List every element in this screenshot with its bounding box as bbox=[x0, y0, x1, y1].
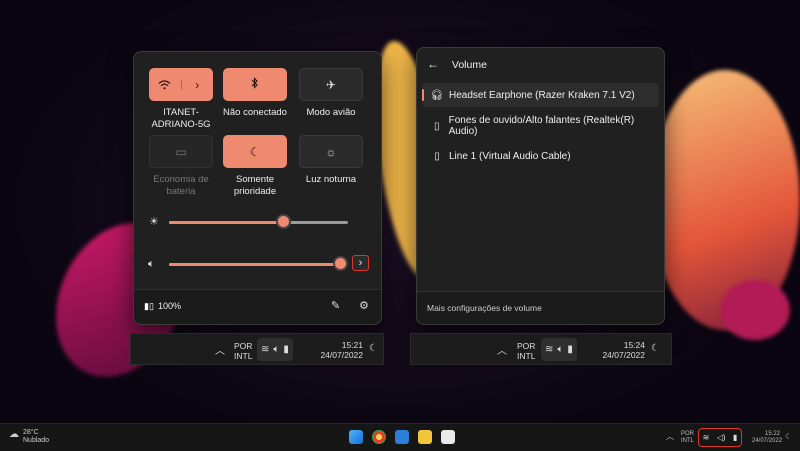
clock[interactable]: 15:24 24/07/2022 bbox=[599, 340, 645, 360]
volume-icon: 🔈︎ bbox=[273, 344, 280, 355]
bluetooth-icon bbox=[251, 77, 259, 92]
chevron-right-icon: › bbox=[358, 257, 363, 269]
volume-output-panel: ← Volume 🎧︎ Headset Earphone (Razer Krak… bbox=[416, 47, 665, 325]
night-light-tile[interactable]: ☼ bbox=[299, 135, 363, 168]
lang-line1: POR bbox=[517, 341, 536, 351]
speaker-volume-icon[interactable]: 🔈︎ bbox=[148, 258, 155, 271]
brightness-slider-thumb[interactable] bbox=[277, 216, 289, 227]
wifi-tile[interactable]: › bbox=[149, 68, 213, 101]
input-language-indicator[interactable]: POR INTL bbox=[681, 431, 694, 445]
taskbar-tray-snapshot-1: ︿ POR INTL ≋ 🔈︎ ▮ 15:21 24/07/2022 ☾ bbox=[130, 333, 384, 365]
output-device-name: Line 1 (Virtual Audio Cable) bbox=[449, 150, 571, 162]
focus-moon-icon[interactable]: ☾ bbox=[651, 343, 660, 354]
clock-time: 15:22 bbox=[764, 431, 780, 437]
volume-icon: 🔈︎ bbox=[557, 344, 564, 355]
volume-icon: ◁) bbox=[716, 433, 726, 442]
volume-slider[interactable] bbox=[169, 258, 346, 269]
battery-icon: ▮ bbox=[567, 344, 573, 355]
headset-icon: 🎧︎ bbox=[430, 89, 444, 101]
network-volume-battery-tray[interactable]: ≋ 🔈︎ ▮ bbox=[257, 338, 293, 361]
volume-panel-header: ← Volume bbox=[427, 57, 487, 71]
airplane-tile-label: Modo avião bbox=[306, 107, 356, 118]
speaker-icon: ▯ bbox=[434, 150, 440, 162]
volume-panel-title: Volume bbox=[451, 59, 487, 71]
battery-icon: ▮ bbox=[732, 433, 738, 442]
chrome-icon[interactable] bbox=[372, 430, 386, 444]
mail-icon[interactable] bbox=[395, 430, 409, 444]
clock-date: 24/07/2022 bbox=[602, 350, 645, 360]
file-explorer-icon[interactable] bbox=[418, 430, 432, 444]
start-button[interactable] bbox=[349, 430, 363, 444]
network-volume-battery-tray[interactable]: ≋ ◁) ▮ bbox=[698, 428, 742, 447]
weather-desc: Nublado bbox=[23, 437, 50, 444]
selected-indicator bbox=[422, 89, 424, 101]
night-light-tile-label: Luz noturna bbox=[305, 174, 357, 185]
clock-date: 24/07/2022 bbox=[752, 438, 783, 444]
night-light-icon: ☼ bbox=[325, 144, 337, 159]
lang-line1: POR bbox=[681, 431, 695, 437]
wifi-icon[interactable] bbox=[149, 79, 182, 90]
battery-percentage: 100% bbox=[158, 301, 182, 311]
brightness-slider[interactable] bbox=[169, 216, 348, 227]
output-device-name: Fones de ouvido/Alto falantes (Realtek(R… bbox=[448, 115, 635, 137]
desktop-wallpaper bbox=[0, 0, 800, 450]
taskbar: ☁ 28°C Nublado ︿ POR INTL ≋ ◁) ▮ 15:22 2… bbox=[0, 423, 800, 451]
brightness-icon: ☀ bbox=[149, 216, 159, 228]
clock[interactable]: 15:22 24/07/2022 bbox=[752, 431, 783, 445]
edit-pencil-icon[interactable]: ✎ bbox=[331, 299, 340, 312]
cloud-icon: ☁ bbox=[9, 429, 19, 440]
wifi-icon: ≋ bbox=[261, 344, 270, 355]
lang-line2: INTL bbox=[234, 351, 253, 361]
volume-output-chevron-button[interactable]: › bbox=[352, 255, 369, 271]
chevron-up-icon[interactable]: ︿ bbox=[215, 342, 225, 357]
volume-slider-thumb[interactable] bbox=[334, 258, 346, 269]
bluetooth-tile[interactable] bbox=[223, 68, 287, 101]
wifi-chevron-icon[interactable]: › bbox=[182, 78, 214, 92]
output-device-item[interactable]: ▯ Line 1 (Virtual Audio Cable) bbox=[422, 144, 659, 168]
battery-saver-icon: ▭ bbox=[175, 144, 187, 159]
focus-tile-label: Somente prioridade bbox=[233, 174, 277, 197]
more-volume-settings-link[interactable]: Mais configurações de volume bbox=[427, 303, 542, 313]
quick-settings-footer: ▮▯ 100% ✎ ⚙ bbox=[134, 289, 381, 324]
quick-settings-panel: › ITANET-ADRIANO-5G Não conectado ✈ Modo… bbox=[133, 51, 382, 325]
focus-moon-icon[interactable]: ☾ bbox=[785, 433, 792, 441]
airplane-icon: ✈ bbox=[325, 77, 337, 92]
battery-saver-tile-label: Economia de bateria bbox=[153, 174, 209, 197]
airplane-tile[interactable]: ✈ bbox=[299, 68, 363, 101]
chevron-up-icon[interactable]: ︿ bbox=[497, 342, 507, 357]
battery-icon[interactable]: ▮▯ bbox=[144, 301, 154, 312]
focus-tile[interactable]: ☾ bbox=[223, 135, 287, 168]
weather-widget[interactable]: ☁ 28°C Nublado bbox=[9, 429, 49, 445]
input-language-indicator[interactable]: POR INTL bbox=[517, 341, 535, 361]
output-device-item[interactable]: ▯ Fones de ouvido/Alto falantes (Realtek… bbox=[422, 114, 659, 138]
taskbar-tray-snapshot-2: ︿ POR INTL ≋ 🔈︎ ▮ 15:24 24/07/2022 ☾ bbox=[410, 333, 672, 365]
back-arrow-icon[interactable]: ← bbox=[427, 57, 439, 71]
wifi-tile-label: ITANET-ADRIANO-5G bbox=[151, 107, 211, 130]
clock-date: 24/07/2022 bbox=[320, 350, 363, 360]
network-volume-battery-tray[interactable]: ≋ 🔈︎ ▮ bbox=[541, 338, 577, 361]
wifi-icon: ≋ bbox=[702, 433, 710, 442]
output-device-name: Headset Earphone (Razer Kraken 7.1 V2) bbox=[449, 89, 635, 101]
chevron-up-icon[interactable]: ︿ bbox=[666, 433, 674, 441]
store-icon[interactable] bbox=[441, 430, 455, 444]
focus-moon-icon[interactable]: ☾ bbox=[369, 343, 378, 354]
lang-line2: INTL bbox=[517, 351, 536, 361]
clock[interactable]: 15:21 24/07/2022 bbox=[316, 340, 363, 360]
bluetooth-tile-label: Não conectado bbox=[223, 107, 287, 118]
wifi-icon: ≋ bbox=[545, 344, 554, 355]
volume-panel-footer: Mais configurações de volume bbox=[417, 291, 664, 324]
battery-saver-tile: ▭ bbox=[149, 135, 213, 168]
lang-line2: INTL bbox=[681, 438, 695, 444]
speaker-icon: ▯ bbox=[434, 120, 440, 132]
settings-gear-icon[interactable]: ⚙ bbox=[359, 299, 369, 312]
weather-temp: 28°C bbox=[23, 429, 39, 436]
clock-time: 15:21 bbox=[341, 340, 363, 350]
lang-line1: POR bbox=[234, 341, 253, 351]
battery-icon: ▮ bbox=[283, 344, 289, 355]
input-language-indicator[interactable]: POR INTL bbox=[234, 341, 252, 361]
clock-time: 15:24 bbox=[623, 340, 645, 350]
focus-moon-icon: ☾ bbox=[249, 144, 261, 159]
output-device-item[interactable]: 🎧︎ Headset Earphone (Razer Kraken 7.1 V2… bbox=[422, 83, 659, 107]
